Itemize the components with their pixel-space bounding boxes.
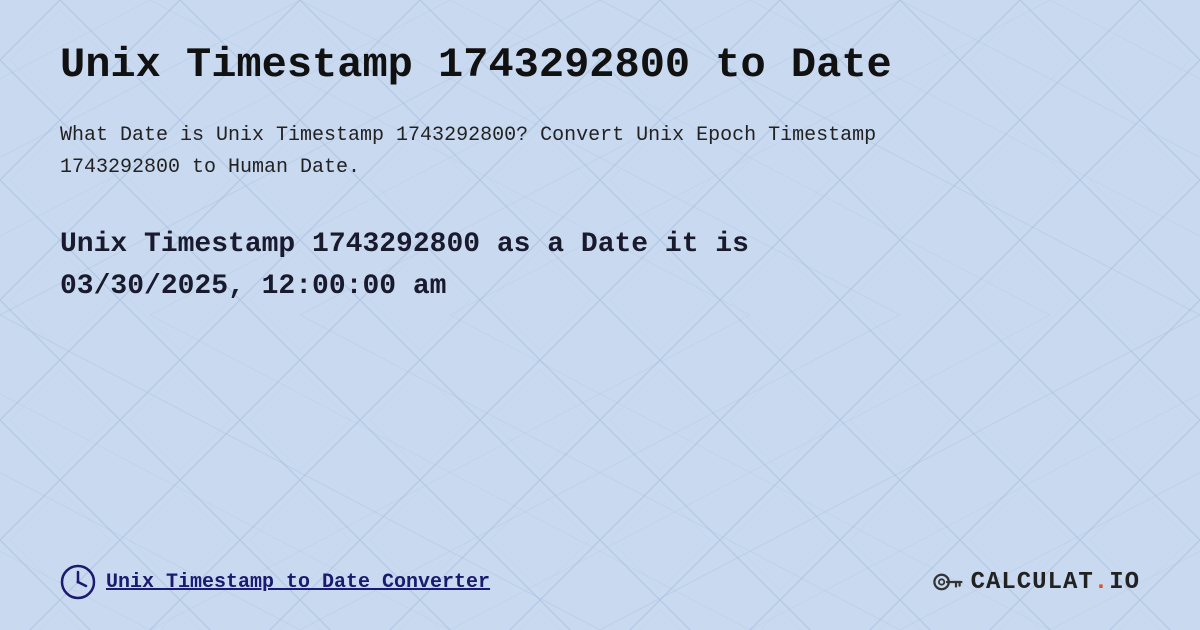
footer-link-text[interactable]: Unix Timestamp to Date Converter [106, 571, 490, 594]
page-description: What Date is Unix Timestamp 1743292800? … [60, 120, 960, 184]
footer-link-section[interactable]: Unix Timestamp to Date Converter [60, 564, 490, 600]
logo-section: CALCULAT.IO [929, 564, 1140, 600]
logo-icon [929, 564, 965, 600]
logo-calc: CALCULAT [971, 569, 1094, 596]
logo-io: IO [1109, 569, 1140, 596]
result-line1: Unix Timestamp 1743292800 as a Date it i… [60, 229, 749, 260]
logo-dot: . [1094, 569, 1109, 596]
logo-text: CALCULAT.IO [971, 569, 1140, 596]
clock-icon [60, 564, 96, 600]
page-content: Unix Timestamp 1743292800 to Date What D… [0, 0, 1200, 630]
footer: Unix Timestamp to Date Converter CALCULA… [60, 564, 1140, 600]
result-text: Unix Timestamp 1743292800 as a Date it i… [60, 224, 1140, 308]
page-title: Unix Timestamp 1743292800 to Date [60, 40, 1140, 90]
result-line2: 03/30/2025, 12:00:00 am [60, 271, 446, 302]
result-section: Unix Timestamp 1743292800 as a Date it i… [60, 224, 1140, 308]
